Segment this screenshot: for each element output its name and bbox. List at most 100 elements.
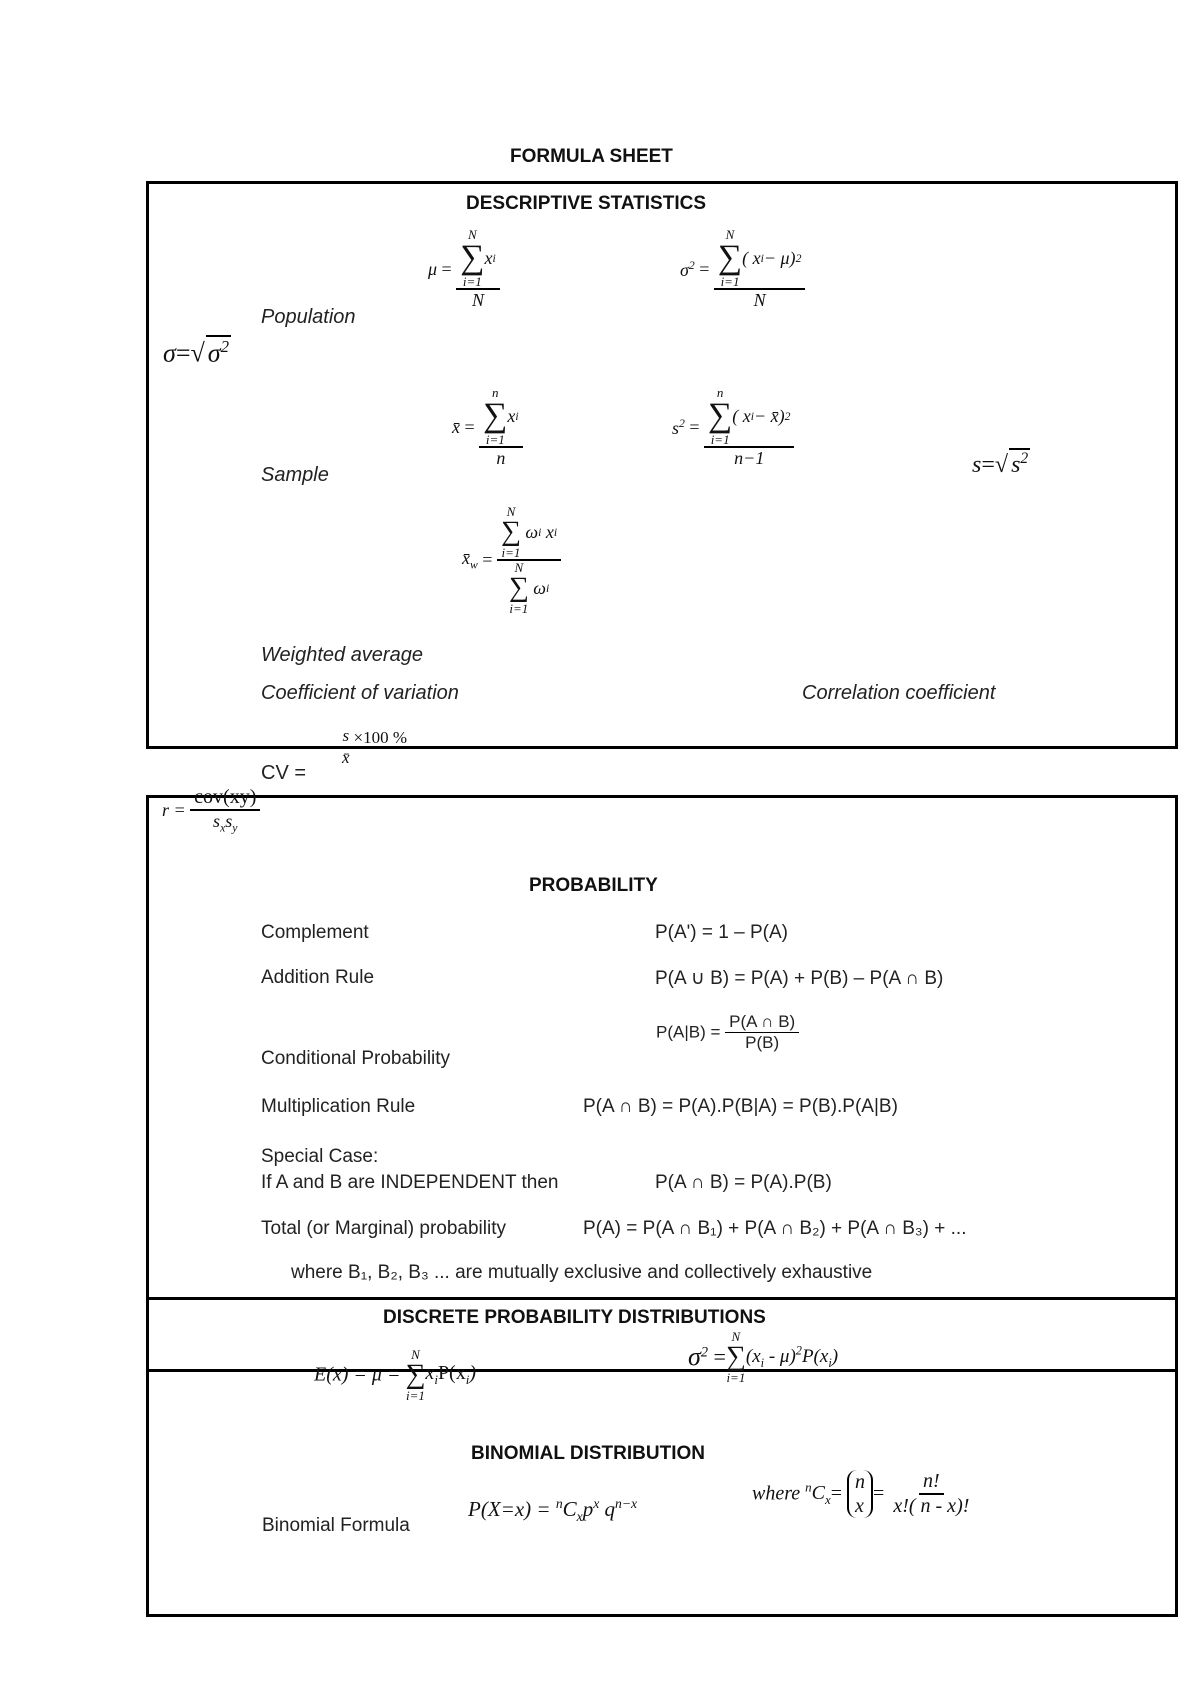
equals-sign: = <box>699 259 710 279</box>
cv-formula: s x̄ ×100 % <box>338 726 407 768</box>
fraction: n ∑ i=1( xi − x̄) 2 n−1 <box>704 386 795 469</box>
lhs: s2 <box>672 417 685 438</box>
numerator: N ∑ i=1( xi − μ) 2 <box>713 228 806 290</box>
term: x <box>425 1362 435 1384</box>
equals-sign: = <box>981 452 995 478</box>
total-probability-note: where B₁, B₂, B₃ ... are mutually exclus… <box>291 1262 873 1283</box>
term-rest: − x̄) <box>754 405 785 426</box>
term: x <box>484 247 493 268</box>
equals-sign: = <box>873 1482 885 1505</box>
subscript: i <box>553 525 558 539</box>
sample-sd-formula: s=√ s2 <box>972 448 1031 479</box>
exponent: 2 <box>700 1344 708 1361</box>
denominator: N <box>471 290 484 310</box>
sigma-symbol: σ <box>688 1342 701 1371</box>
correlation-formula: r = cov(xy) sxsy <box>162 786 261 835</box>
sample-mean-formula: x̄ = n ∑ i=1 x i n <box>452 386 523 469</box>
sigma-sum-icon: ∑ <box>508 572 529 603</box>
denominator: P(B) <box>745 1033 780 1052</box>
sigma-sum-icon: ∑ <box>483 397 508 434</box>
denominator: x!( n - x)! <box>893 1495 970 1517</box>
sum-lower-limit: i=1 <box>485 432 505 447</box>
p-symbol: p <box>582 1497 594 1521</box>
term: ( x <box>742 247 761 268</box>
binom-top: n <box>855 1471 866 1493</box>
variance-formula: σ2 = N ∑ i=1 (xi - μ)2P(xi) <box>688 1330 838 1384</box>
radicand: s2 <box>1009 448 1031 479</box>
summation: N ∑ i=1 <box>718 228 742 288</box>
fraction: N ∑ i=1 ωi xi N ∑ i=1 ωi <box>496 505 562 615</box>
sigma-sum-icon: ∑ <box>460 239 485 276</box>
probability-term: P(x <box>437 1362 466 1384</box>
equals-sign: = <box>464 417 475 437</box>
radicand-exponent: 2 <box>1020 450 1029 467</box>
denominator: x̄ <box>342 748 350 767</box>
complement-label: Complement <box>261 922 369 943</box>
close-paren: ) <box>831 1345 839 1367</box>
lhs: P(X=x) = <box>468 1497 551 1521</box>
omega-term: ω <box>533 577 547 598</box>
s-symbol: s <box>672 417 680 438</box>
population-label: Population <box>261 306 356 328</box>
denominator: sxsy <box>209 811 241 835</box>
summand: xiP(xi) <box>425 1362 477 1387</box>
exponent: 2 <box>784 409 791 423</box>
radical-sign: √ <box>190 338 205 368</box>
coefficient-of-variation-label: Coefficient of variation <box>261 682 459 704</box>
radicand-sigma: σ <box>207 338 221 368</box>
n-superscript: n <box>555 1496 563 1511</box>
radicand-exponent: 2 <box>220 337 230 356</box>
probability-box <box>146 795 1178 1617</box>
summation: n ∑ i=1 <box>708 386 732 446</box>
sigma-sum-icon: ∑ <box>717 239 743 276</box>
q-symbol: q <box>604 1497 616 1521</box>
x-term: x <box>545 521 554 542</box>
equals-sign: = <box>713 1344 726 1369</box>
fraction: s x̄ <box>338 726 354 768</box>
omega-term: ω <box>525 521 539 542</box>
conditional-probability-formula: P(A|B) = P(A ∩ B) P(B) <box>656 1012 800 1053</box>
s-symbol: s <box>972 452 982 478</box>
equals-sign: = <box>830 1482 843 1505</box>
term-rest: − μ) <box>763 247 796 268</box>
discrete-divider-bottom <box>146 1369 1178 1372</box>
numerator: n! <box>919 1470 944 1495</box>
combination: nCx <box>805 1480 831 1508</box>
binomial-formula: P(X=x) = nCxpx qn−x <box>468 1496 637 1525</box>
radical-sign: √ <box>994 452 1009 478</box>
denominator: N <box>753 290 766 310</box>
sum-lower-limit: i=1 <box>462 274 482 289</box>
exponent: 2 <box>795 251 802 265</box>
summand: (xi - μ)2P(xi) <box>746 1343 839 1369</box>
addition-rule-formula: P(A ∪ B) = P(A) + P(B) – P(A ∩ B) <box>655 968 944 989</box>
lhs: P(A|B) = <box>656 1022 721 1042</box>
weighted-average-label: Weighted average <box>261 644 423 666</box>
binom-bottom: x <box>855 1495 864 1517</box>
special-case-label: Special Case: <box>261 1146 379 1167</box>
subscript: i <box>515 409 519 423</box>
total-probability-formula: P(A) = P(A ∩ B₁) + P(A ∩ B₂) + P(A ∩ B₃)… <box>583 1218 967 1239</box>
numerator: n ∑ i=1( xi − x̄) 2 <box>704 386 795 448</box>
sigma-sum-icon: ∑ <box>500 516 521 547</box>
complement-formula: P(A') = 1 – P(A) <box>655 922 788 943</box>
weighted-average-formula: x̄w = N ∑ i=1 ωi xi N ∑ i=1 ωi <box>462 505 562 615</box>
sum-lower-limit: i=1 <box>710 432 730 447</box>
equals-sign: = <box>441 259 452 279</box>
term: x <box>507 405 516 426</box>
numerator: cov(xy) <box>190 786 261 811</box>
numerator: N ∑ i=1 ωi xi <box>496 505 562 561</box>
addition-rule-label: Addition Rule <box>261 967 375 988</box>
sigma-sum-icon: ∑ <box>405 1359 426 1390</box>
where-word: where <box>752 1482 801 1505</box>
q-exponent: n−x <box>615 1496 638 1511</box>
lhs: x̄w <box>462 548 478 572</box>
subscript: w <box>470 558 478 572</box>
r-lhs: r = <box>162 799 186 820</box>
x-bar-symbol: x̄ <box>462 548 470 569</box>
sum-lower-limit: i=1 <box>405 1388 425 1403</box>
summation: N ∑ i=1 <box>460 228 484 288</box>
combination-symbol: C <box>811 1482 825 1505</box>
combination-symbol: C <box>562 1497 577 1521</box>
summation: n ∑ i=1 <box>483 386 507 446</box>
close-paren: ) <box>469 1362 477 1384</box>
